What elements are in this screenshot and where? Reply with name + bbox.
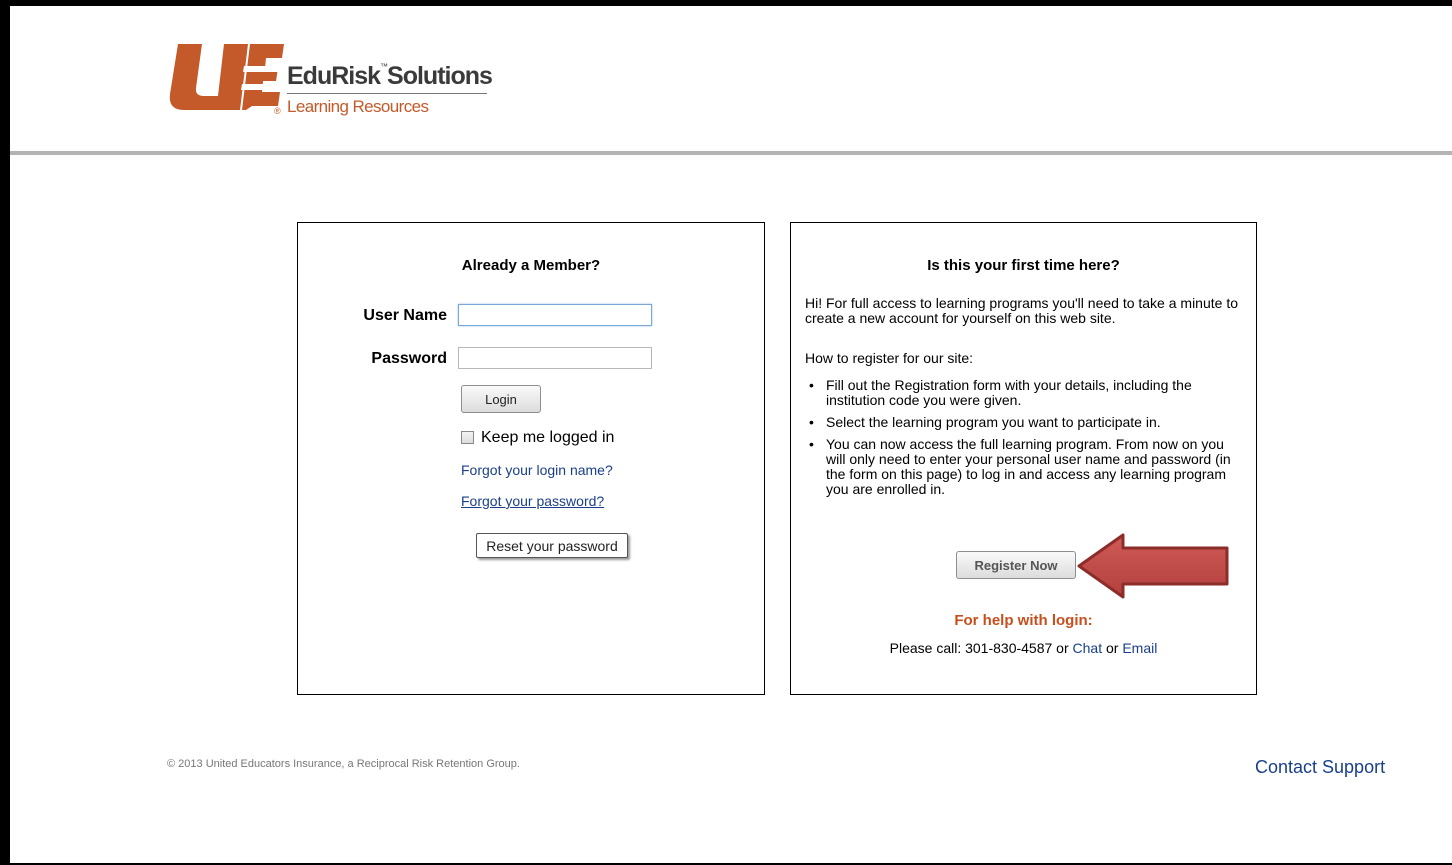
help-phone-text: Please call: 301-830-4587 or [889, 640, 1073, 656]
register-intro: Hi! For full access to learning programs… [805, 295, 1238, 326]
chat-link[interactable]: Chat [1073, 640, 1103, 656]
register-step-text: Fill out the Registration form with your… [826, 377, 1192, 408]
red-arrow-left-icon [1077, 533, 1229, 599]
help-or-text: or [1102, 640, 1123, 656]
register-step: • Fill out the Registration form with you… [805, 378, 1245, 408]
trademark-mark: ™ [380, 62, 388, 71]
register-step: • You can now access the full learning pr… [805, 437, 1245, 497]
register-step-text: You can now access the full learning pro… [826, 436, 1231, 497]
brand-logo[interactable]: ® EduRisk™Solutions Learning Resources [166, 36, 496, 126]
username-label: User Name [363, 307, 447, 324]
forgot-login-link[interactable]: Forgot your login name? [461, 462, 613, 478]
brand-divider [287, 93, 487, 94]
login-panel-title: Already a Member? [461, 257, 601, 274]
ue-logo-icon [169, 44, 284, 110]
register-now-button[interactable]: Register Now [956, 551, 1076, 579]
bullet-icon: • [809, 414, 814, 430]
brand-name: EduRisk™Solutions [287, 62, 493, 91]
register-panel: Is this your first time here? Hi! For fu… [790, 222, 1257, 695]
contact-support-link[interactable]: Contact Support [1255, 757, 1385, 778]
help-line: Please call: 301-830-4587 or Chat or Ema… [791, 640, 1256, 656]
registered-mark: ® [274, 106, 281, 116]
password-input[interactable] [458, 347, 652, 369]
help-title: For help with login: [954, 612, 1093, 629]
register-panel-title: Is this your first time here? [927, 257, 1120, 274]
bullet-icon: • [809, 377, 814, 393]
keep-logged-in-checkbox[interactable] [461, 431, 474, 444]
register-how-to: How to register for our site: [805, 350, 974, 366]
register-step-text: Select the learning program you want to … [826, 414, 1161, 430]
header-divider [10, 151, 1452, 155]
bullet-icon: • [809, 436, 814, 452]
footer-copyright: © 2013 United Educators Insurance, a Rec… [167, 758, 520, 770]
login-button[interactable]: Login [461, 385, 541, 413]
email-link[interactable]: Email [1122, 640, 1157, 656]
brand-name-main: EduRisk [287, 62, 381, 90]
keep-logged-in-label[interactable]: Keep me logged in [481, 429, 614, 447]
reset-password-button[interactable]: Reset your password [476, 533, 628, 558]
page: ® EduRisk™Solutions Learning Resources A… [10, 6, 1452, 863]
username-input[interactable] [458, 304, 652, 326]
site-header: ® EduRisk™Solutions Learning Resources [10, 6, 1452, 151]
password-label: Password [371, 350, 447, 367]
brand-name-tail: Solutions [387, 62, 493, 90]
brand-subtitle: Learning Resources [287, 97, 429, 116]
forgot-password-link[interactable]: Forgot your password? [461, 493, 604, 509]
login-panel: Already a Member? User Name Password Log… [297, 222, 765, 695]
register-steps: • Fill out the Registration form with you… [805, 378, 1245, 504]
register-step: • Select the learning program you want to… [805, 415, 1245, 430]
